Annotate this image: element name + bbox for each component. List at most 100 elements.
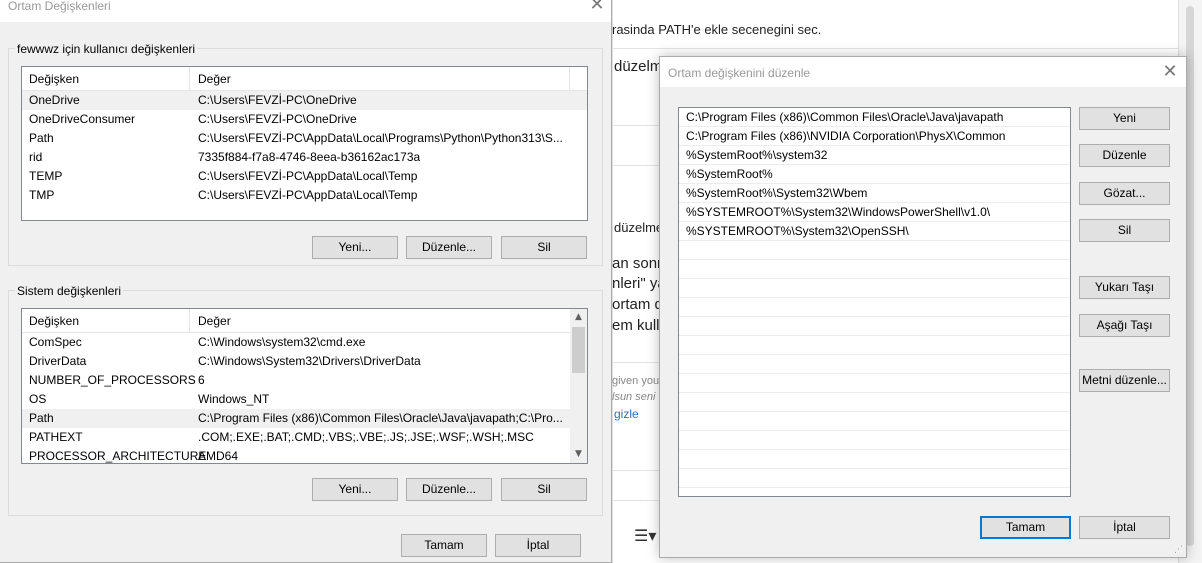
variable-value: C:\Users\FEVZİ-PC\OneDrive xyxy=(198,93,357,107)
scroll-up-icon[interactable]: ▲ xyxy=(570,309,587,326)
table-row[interactable]: TMP C:\Users\FEVZİ-PC\AppData\Local\Temp xyxy=(22,186,587,205)
table-row[interactable]: Path C:\Users\FEVZİ-PC\AppData\Local\Prog… xyxy=(22,129,587,148)
variable-name: TEMP xyxy=(29,169,63,183)
empty-path-entry[interactable] xyxy=(679,260,1070,279)
table-row[interactable]: DriverData C:\Windows\System32\Drivers\Dr… xyxy=(22,352,570,371)
list-icon[interactable]: ☰▾ xyxy=(634,526,656,545)
variable-name: PROCESSOR_ARCHITECTURE xyxy=(29,449,207,463)
move-up-button[interactable]: Yukarı Taşı xyxy=(1079,276,1170,299)
empty-path-entry[interactable] xyxy=(679,317,1070,336)
variable-value: 7335f884-f7a8-4746-8eea-b36162ac173a xyxy=(198,150,421,164)
user-variables-legend: fewwwz için kullanıcı değişkenleri xyxy=(15,42,198,56)
variable-name: Path xyxy=(29,411,54,425)
variable-name: rid xyxy=(29,150,43,164)
bg-heading-fragment: düzelm xyxy=(614,58,663,75)
table-row[interactable]: Path C:\Program Files (x86)\Common Files\… xyxy=(22,409,570,428)
empty-path-entry[interactable] xyxy=(679,298,1070,317)
variable-value: AMD64 xyxy=(198,449,239,463)
edit-path-button[interactable]: Düzenle xyxy=(1079,144,1170,167)
user-delete-button[interactable]: Sil xyxy=(501,236,587,259)
user-variables-list[interactable]: Değişken Değer OneDrive C:\Users\FEVZİ-PC… xyxy=(21,66,588,221)
system-new-button[interactable]: Yeni... xyxy=(312,478,398,501)
resize-grip-icon[interactable]: ⋰ xyxy=(1174,545,1184,555)
variable-name: OS xyxy=(29,392,47,406)
table-row[interactable]: OS Windows_NT xyxy=(22,390,570,409)
browser-scrollbar-thumb[interactable] xyxy=(1186,6,1194,546)
dialog-title: Ortam değişkenini düzenle xyxy=(668,66,811,80)
header-variable[interactable]: Değişken xyxy=(29,72,79,86)
path-entry[interactable]: %SYSTEMROOT%\System32\OpenSSH\ xyxy=(679,222,1070,241)
table-row[interactable]: rid 7335f884-f7a8-4746-8eea-b36162ac173a xyxy=(22,148,587,167)
table-row[interactable]: TEMP C:\Users\FEVZİ-PC\AppData\Local\Temp xyxy=(22,167,587,186)
variable-name: PATHEXT xyxy=(29,430,83,444)
dialog-titlebar: Ortam değişkenini düzenle ✕ xyxy=(660,57,1186,87)
move-down-button[interactable]: Aşağı Taşı xyxy=(1079,314,1170,337)
new-path-button[interactable]: Yeni xyxy=(1079,107,1170,130)
empty-path-entry[interactable] xyxy=(679,336,1070,355)
path-entry[interactable]: %SystemRoot%\System32\Wbem xyxy=(679,184,1070,203)
path-entries-list[interactable]: C:\Program Files (x86)\Common Files\Orac… xyxy=(678,107,1071,497)
close-icon[interactable]: ✕ xyxy=(581,0,613,20)
cancel-button[interactable]: İptal xyxy=(1079,516,1170,539)
dialog-title: Ortam Değişkenleri xyxy=(8,0,111,13)
ok-button[interactable]: Tamam xyxy=(401,534,487,557)
variable-value: C:\Users\FEVZİ-PC\AppData\Local\Programs… xyxy=(198,131,563,145)
table-row[interactable]: ComSpec C:\Windows\system32\cmd.exe xyxy=(22,333,570,352)
empty-path-entry[interactable] xyxy=(679,412,1070,431)
system-variables-list[interactable]: Değişken Değer ComSpec C:\Windows\system3… xyxy=(21,308,588,464)
header-value[interactable]: Değer xyxy=(198,72,231,86)
path-entry[interactable]: C:\Program Files (x86)\NVIDIA Corporatio… xyxy=(679,127,1070,146)
table-row[interactable]: PROCESSOR_ARCHITECTURE AMD64 xyxy=(22,447,570,463)
variable-name: ComSpec xyxy=(29,335,82,349)
table-row[interactable]: PATHEXT .COM;.EXE;.BAT;.CMD;.VBS;.VBE;.JS… xyxy=(22,428,570,447)
scroll-down-icon[interactable]: ▼ xyxy=(570,446,587,463)
path-entry[interactable]: %SYSTEMROOT%\System32\WindowsPowerShell\… xyxy=(679,203,1070,222)
dialog-titlebar: Ortam Değişkenleri ✕ xyxy=(0,0,611,22)
edit-text-button[interactable]: Metni düzenle... xyxy=(1079,369,1170,392)
header-value[interactable]: Değer xyxy=(198,314,231,328)
bg-comment-fragment: given you xyxy=(612,375,660,387)
edit-environment-variable-dialog: Ortam değişkenini düzenle ✕ C:\Program F… xyxy=(659,56,1187,558)
variable-value: C:\Users\FEVZİ-PC\AppData\Local\Temp xyxy=(198,169,418,183)
bg-comment-fragment: lsun seni xyxy=(612,391,656,403)
empty-path-entry[interactable] xyxy=(679,393,1070,412)
list-header: Değişken Değer xyxy=(22,309,570,333)
variable-value: C:\Users\FEVZİ-PC\AppData\Local\Temp xyxy=(198,188,418,202)
empty-path-entry[interactable] xyxy=(679,279,1070,298)
empty-path-entry[interactable] xyxy=(679,431,1070,450)
empty-path-entry[interactable] xyxy=(679,355,1070,374)
path-entry[interactable]: %SystemRoot%\system32 xyxy=(679,146,1070,165)
empty-path-entry[interactable] xyxy=(679,241,1070,260)
table-row[interactable]: NUMBER_OF_PROCESSORS 6 xyxy=(22,371,570,390)
ok-button[interactable]: Tamam xyxy=(980,516,1071,539)
variable-value: C:\Users\FEVZİ-PC\OneDrive xyxy=(198,112,357,126)
bg-hide-link[interactable]: gizle xyxy=(614,407,639,421)
empty-path-entry[interactable] xyxy=(679,469,1070,488)
browse-button[interactable]: Gözat... xyxy=(1079,182,1170,205)
header-variable[interactable]: Değişken xyxy=(29,314,79,328)
scrollbar-thumb[interactable] xyxy=(572,327,585,373)
bg-text-fragment: düzelme xyxy=(614,220,664,235)
variable-value: C:\Windows\System32\Drivers\DriverData xyxy=(198,354,421,368)
cancel-button[interactable]: İptal xyxy=(495,534,581,557)
bg-text-fragment: an sonr xyxy=(612,255,663,272)
bg-text-fragment: nleri" ya xyxy=(612,275,666,292)
bg-instruction-text: rasinda PATH'e ekle secenegini sec. xyxy=(612,22,822,37)
delete-path-button[interactable]: Sil xyxy=(1079,219,1170,242)
close-icon[interactable]: ✕ xyxy=(1154,57,1186,87)
empty-path-entry[interactable] xyxy=(679,374,1070,393)
system-edit-button[interactable]: Düzenle... xyxy=(406,478,492,501)
variable-name: OneDrive xyxy=(29,93,80,107)
user-new-button[interactable]: Yeni... xyxy=(312,236,398,259)
empty-path-entry[interactable] xyxy=(679,450,1070,469)
system-list-scrollbar[interactable]: ▲ ▼ xyxy=(570,309,587,463)
path-entry[interactable]: C:\Program Files (x86)\Common Files\Orac… xyxy=(679,108,1070,127)
table-row[interactable]: OneDrive C:\Users\FEVZİ-PC\OneDrive xyxy=(22,91,587,110)
variable-value: 6 xyxy=(198,373,205,387)
system-delete-button[interactable]: Sil xyxy=(501,478,587,501)
path-entry[interactable]: %SystemRoot% xyxy=(679,165,1070,184)
table-row[interactable]: OneDriveConsumer C:\Users\FEVZİ-PC\OneDri… xyxy=(22,110,587,129)
variable-name: NUMBER_OF_PROCESSORS xyxy=(29,373,196,387)
user-edit-button[interactable]: Düzenle... xyxy=(406,236,492,259)
variable-name: DriverData xyxy=(29,354,87,368)
